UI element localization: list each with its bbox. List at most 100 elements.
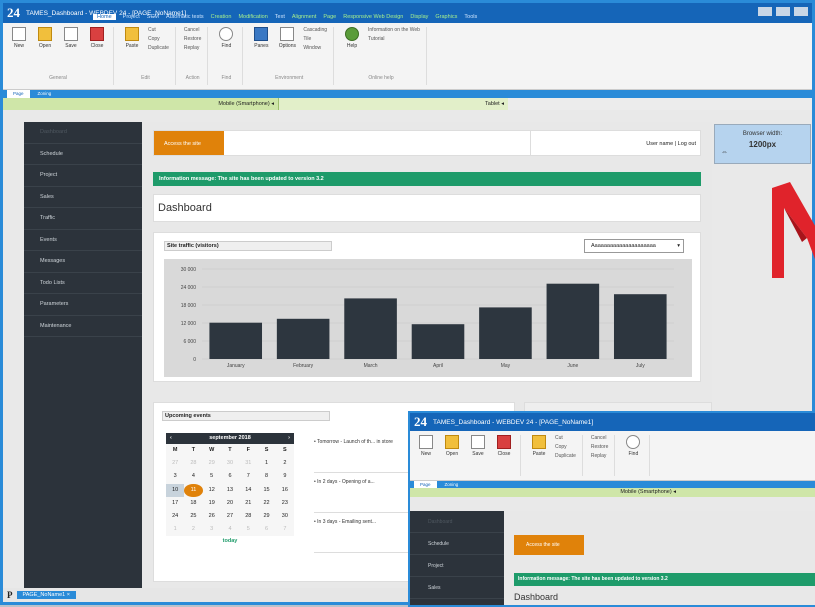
calendar-day[interactable]: 29 — [257, 510, 275, 523]
calendar-day[interactable]: 27 — [166, 457, 184, 470]
options-button[interactable]: Options — [277, 27, 297, 49]
menu-project[interactable]: Project — [123, 14, 140, 20]
close-button[interactable]: Close — [87, 27, 107, 49]
sidebar-item-traffic[interactable]: Traffic — [24, 208, 142, 230]
menu-alignment[interactable]: Alignment — [292, 14, 316, 20]
menu-display[interactable]: Display — [410, 14, 428, 20]
inset-sidebar-item[interactable]: Schedule — [410, 533, 504, 555]
menu-creation[interactable]: Creation — [211, 14, 232, 20]
new-button[interactable]: New — [9, 27, 29, 49]
sidebar-item-events[interactable]: Events — [24, 230, 142, 251]
close-window-button[interactable] — [794, 7, 808, 16]
calendar-day[interactable]: 6 — [221, 470, 239, 483]
calendar-day[interactable]: 11 — [184, 483, 203, 497]
calendar-day[interactable]: 8 — [257, 470, 275, 483]
today-button[interactable]: today — [166, 538, 294, 544]
inset-open-button[interactable]: Open — [442, 435, 462, 457]
calendar-day[interactable]: 27 — [221, 510, 239, 523]
sidebar-item-schedule[interactable]: Schedule — [24, 144, 142, 165]
sidebar-item-parameters[interactable]: Parameters — [24, 294, 142, 316]
calendar-day[interactable]: 28 — [239, 510, 257, 523]
inset-breakpoint-mobile[interactable]: Mobile (Smartphone) ◂ — [410, 488, 680, 497]
sidebar-item-project[interactable]: Project — [24, 165, 142, 187]
calendar-day[interactable]: 2 — [276, 457, 294, 470]
calendar-day[interactable]: 22 — [257, 497, 275, 510]
inset-close-button[interactable]: Close — [494, 435, 514, 457]
calendar-day[interactable]: 7 — [239, 470, 257, 483]
user-links[interactable]: User name | Log out — [530, 131, 700, 155]
copy-button[interactable]: Copy — [148, 36, 169, 42]
calendar-day[interactable]: 5 — [239, 523, 257, 536]
access-site-button[interactable]: Access the site — [154, 131, 224, 155]
calendar-day[interactable]: 25 — [184, 510, 202, 523]
calendar-day[interactable]: 5 — [203, 470, 221, 483]
next-month-button[interactable]: › — [288, 433, 290, 444]
find-button[interactable]: Find — [216, 27, 236, 49]
restore-button[interactable]: Restore — [184, 36, 202, 42]
tile-button[interactable]: Tile — [303, 36, 327, 42]
calendar-day[interactable]: 3 — [166, 470, 184, 483]
menu-graphics[interactable]: Graphics — [435, 14, 457, 20]
menu-home[interactable]: Home — [93, 14, 116, 20]
sidebar-item-dashboard[interactable]: Dashboard — [24, 122, 142, 144]
inset-sidebar-item[interactable]: Sales — [410, 577, 504, 599]
calendar-day[interactable]: 23 — [276, 497, 294, 510]
calendar-day[interactable]: 10 — [166, 483, 185, 497]
inset-sidebar-item[interactable]: Project — [410, 555, 504, 577]
sidebar-item-maintenance[interactable]: Maintenance — [24, 316, 142, 337]
window-button[interactable]: Window — [303, 45, 327, 51]
sidebar-item-sales[interactable]: Sales — [24, 187, 142, 208]
help-button[interactable]: Help — [342, 27, 362, 49]
calendar-day[interactable]: 4 — [221, 523, 239, 536]
breakpoint-mobile[interactable]: Mobile (Smartphone) ◂ — [3, 98, 278, 110]
minimize-button[interactable] — [758, 7, 772, 16]
calendar-day[interactable]: 17 — [166, 497, 184, 510]
calendar-day[interactable]: 30 — [276, 510, 294, 523]
calendar-day[interactable]: 28 — [184, 457, 202, 470]
menu-modification[interactable]: Modification — [238, 14, 267, 20]
calendar-day[interactable]: 19 — [203, 497, 221, 510]
tab-page[interactable]: Page — [7, 90, 30, 98]
menu-scm[interactable]: SCM — [147, 14, 159, 20]
menu-page[interactable]: Page — [323, 14, 336, 20]
calendar-day[interactable]: 14 — [239, 484, 257, 497]
calendar-day[interactable]: 30 — [221, 457, 239, 470]
menu-automatic-tests[interactable]: Automatic tests — [166, 14, 204, 20]
calendar-day[interactable]: 31 — [239, 457, 257, 470]
calendar-day[interactable]: 1 — [257, 457, 275, 470]
calendar-day[interactable]: 4 — [184, 470, 202, 483]
menu-tools[interactable]: Tools — [464, 14, 477, 20]
inset-tab-page[interactable]: Page — [414, 481, 437, 488]
replay-button[interactable]: Replay — [184, 45, 202, 51]
tutorial-link[interactable]: Tutorial — [368, 36, 420, 42]
save-button[interactable]: Save — [61, 27, 81, 49]
calendar-day[interactable]: 20 — [221, 497, 239, 510]
calendar-day[interactable]: 6 — [257, 523, 275, 536]
inset-tab-zoning[interactable]: Zoning — [439, 481, 465, 488]
inset-access-button[interactable]: Access the site — [514, 535, 584, 555]
maximize-button[interactable] — [776, 7, 790, 16]
open-button[interactable]: Open — [35, 27, 55, 49]
breakpoint-tablet[interactable]: Tablet ◂ — [278, 98, 508, 110]
menu-responsive-web-design[interactable]: Responsive Web Design — [343, 14, 403, 20]
calendar-day[interactable]: 1 — [166, 523, 184, 536]
calendar-day[interactable]: 18 — [184, 497, 202, 510]
calendar-day[interactable]: 12 — [203, 484, 221, 497]
cancel-button[interactable]: Cancel — [184, 27, 202, 33]
paste-button[interactable]: Paste — [122, 27, 142, 49]
calendar-day[interactable]: 2 — [184, 523, 202, 536]
tab-zoning[interactable]: Zoning — [32, 90, 58, 98]
web-info-link[interactable]: Information on the Web — [368, 27, 420, 33]
inset-save-button[interactable]: Save — [468, 435, 488, 457]
sidebar-item-todo-lists[interactable]: Todo Lists — [24, 273, 142, 294]
calendar-day[interactable]: 26 — [203, 510, 221, 523]
inset-paste-button[interactable]: Paste — [529, 435, 549, 457]
cascading-button[interactable]: Cascading — [303, 27, 327, 33]
menu-text[interactable]: Text — [275, 14, 285, 20]
calendar-day[interactable]: 16 — [276, 484, 294, 497]
calendar-day[interactable]: 24 — [166, 510, 184, 523]
inset-find-button[interactable]: Find — [623, 435, 643, 457]
resize-arrows-icon[interactable]: ⇔ — [721, 149, 728, 156]
calendar-day[interactable]: 29 — [203, 457, 221, 470]
sidebar-item-messages[interactable]: Messages — [24, 251, 142, 273]
